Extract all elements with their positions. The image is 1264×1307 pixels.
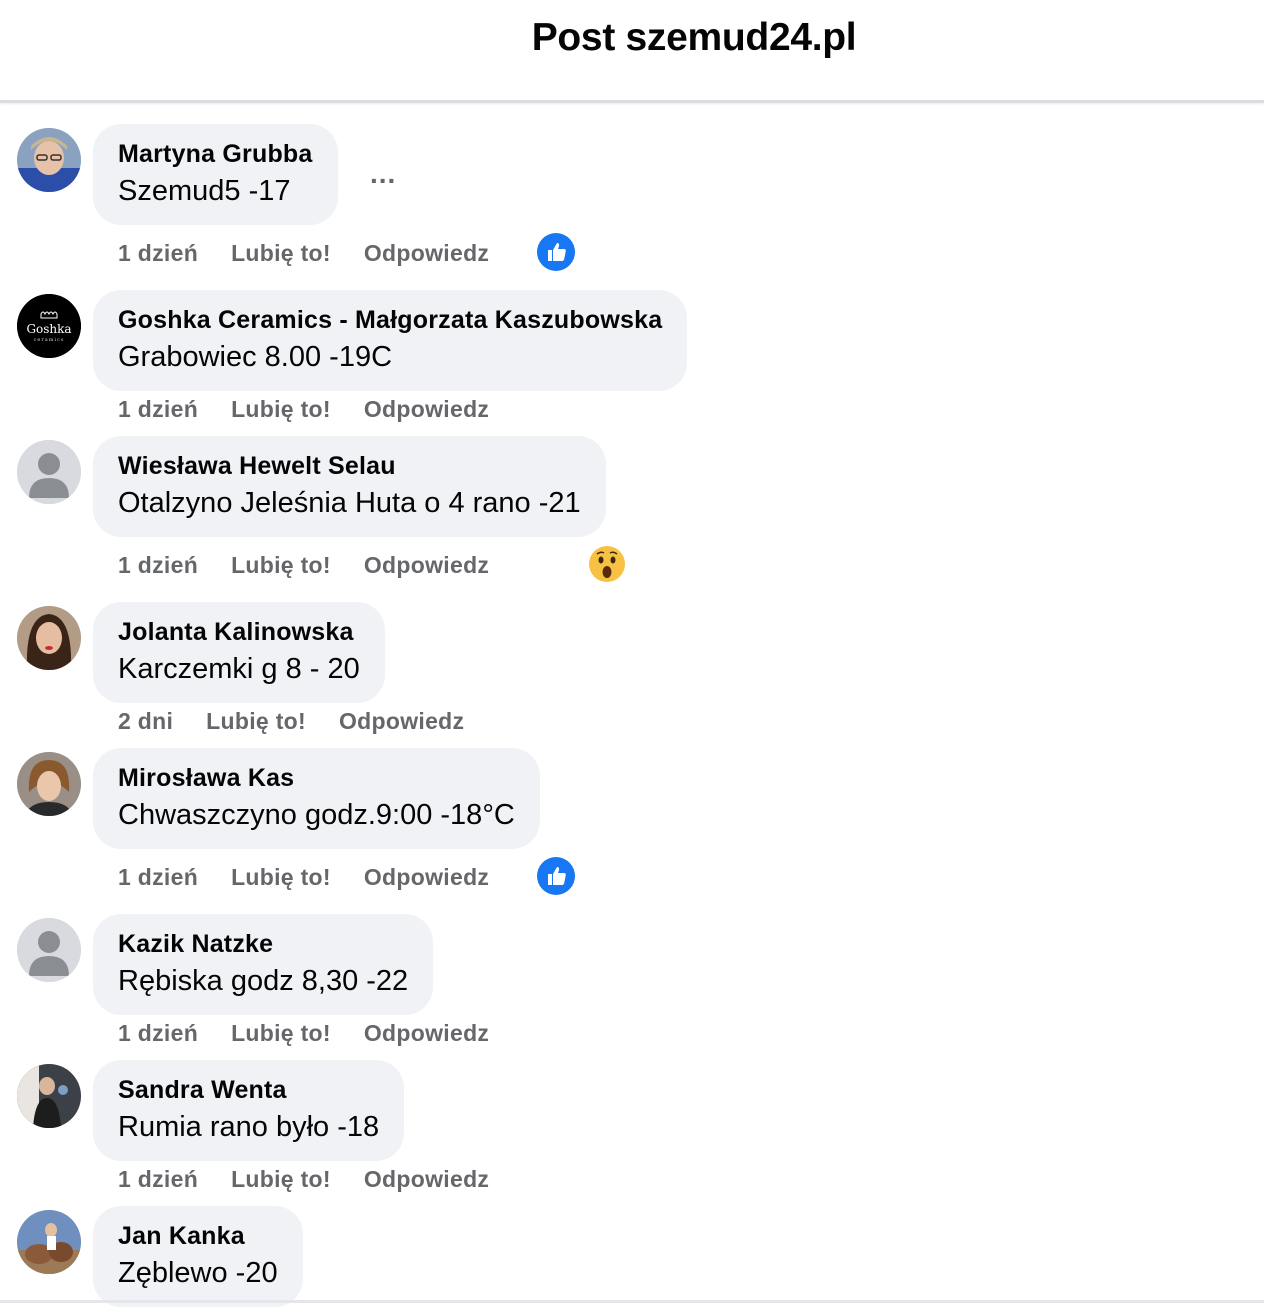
comment-text: Szemud5 -17 <box>118 175 291 207</box>
comment-time[interactable]: 2 dni <box>118 708 173 735</box>
comment-bubble: Martyna Grubba Szemud5 -17 <box>93 124 338 225</box>
comment-actions: 1 dzień Lubię to! Odpowiedz <box>118 864 522 891</box>
comment-author[interactable]: Kazik Natzke <box>118 928 408 960</box>
like-button[interactable]: Lubię to! <box>231 1020 331 1047</box>
comment-author[interactable]: Jolanta Kalinowska <box>118 616 360 648</box>
page-title: Post szemud24.pl <box>531 16 857 59</box>
reply-button[interactable]: Odpowiedz <box>364 1020 489 1047</box>
avatar[interactable] <box>17 918 81 982</box>
avatar[interactable] <box>17 1210 81 1274</box>
comment-time[interactable]: 1 dzień <box>118 552 198 579</box>
comment-time[interactable]: 1 dzień <box>118 240 198 267</box>
comment-actions: 1 dzień Lubię to! Odpowiedz <box>118 396 522 423</box>
comment-text: Chwaszczyno godz.9:00 -18°C <box>118 799 515 831</box>
comment-text: Grabowiec 8.00 -19C <box>118 341 393 373</box>
more-options-button[interactable]: ... <box>370 158 396 190</box>
like-button[interactable]: Lubię to! <box>206 708 306 735</box>
comment-bubble: Jolanta Kalinowska Karczemki g 8 - 20 <box>93 602 385 703</box>
reply-button[interactable]: Odpowiedz <box>364 552 489 579</box>
comment-text: Karczemki g 8 - 20 <box>118 653 360 685</box>
comment-author[interactable]: Martyna Grubba <box>118 138 313 170</box>
reply-button[interactable]: Odpowiedz <box>364 396 489 423</box>
comment-actions: 1 dzień Lubię to! Odpowiedz <box>118 1166 522 1193</box>
comment-author[interactable]: Wiesława Hewelt Selau <box>118 450 581 482</box>
comment-bubble: Mirosława Kas Chwaszczyno godz.9:00 -18°… <box>93 748 540 849</box>
avatar[interactable] <box>17 752 81 816</box>
comment-author[interactable]: Goshka Ceramics - Małgorzata Kaszubowska <box>118 304 662 336</box>
comment-text: Rębiska godz 8,30 -22 <box>118 965 409 997</box>
like-button[interactable]: Lubię to! <box>231 864 331 891</box>
svg-text:Goshka: Goshka <box>26 322 71 336</box>
comment-bubble: Goshka Ceramics - Małgorzata Kaszubowska… <box>93 290 688 391</box>
like-button[interactable]: Lubię to! <box>231 240 331 267</box>
comment-author[interactable]: Mirosława Kas <box>118 762 515 794</box>
avatar[interactable]: Goshka ceramics <box>17 294 81 358</box>
comment-bubble: Wiesława Hewelt Selau Otalzyno Jeleśnia … <box>93 436 606 537</box>
reply-button[interactable]: Odpowiedz <box>364 1166 489 1193</box>
comment-text: Otalzyno Jeleśnia Huta o 4 rano -21 <box>118 487 581 519</box>
comment-bubble: Kazik Natzke Rębiska godz 8,30 -22 <box>93 914 434 1015</box>
reply-button[interactable]: Odpowiedz <box>364 240 489 267</box>
comment-text: Zęblewo -20 <box>118 1257 278 1289</box>
header-bar: Post szemud24.pl <box>0 0 1264 103</box>
like-button[interactable]: Lubię to! <box>231 1166 331 1193</box>
comment-actions: 2 dni Lubię to! Odpowiedz <box>118 708 497 735</box>
comment-actions: 1 dzień Lubię to! Odpowiedz <box>118 552 522 579</box>
like-button[interactable]: Lubię to! <box>231 552 331 579</box>
comment-author[interactable]: Sandra Wenta <box>118 1074 379 1106</box>
comment-text: Rumia rano było -18 <box>118 1111 380 1143</box>
svg-text:ceramics: ceramics <box>34 337 65 343</box>
divider <box>0 1300 1264 1303</box>
like-reaction-icon[interactable] <box>537 233 575 271</box>
comment-time[interactable]: 1 dzień <box>118 864 198 891</box>
reply-button[interactable]: Odpowiedz <box>364 864 489 891</box>
comment-actions: 1 dzień Lubię to! Odpowiedz <box>118 1020 522 1047</box>
avatar[interactable] <box>17 1064 81 1128</box>
avatar[interactable] <box>17 128 81 192</box>
reply-button[interactable]: Odpowiedz <box>339 708 464 735</box>
comment-time[interactable]: 1 dzień <box>118 1166 198 1193</box>
comment-actions: 1 dzień Lubię to! Odpowiedz <box>118 240 522 267</box>
comment-time[interactable]: 1 dzień <box>118 1020 198 1047</box>
avatar[interactable] <box>17 606 81 670</box>
wow-reaction-icon[interactable] <box>588 545 626 583</box>
comment-author[interactable]: Jan Kanka <box>118 1220 278 1252</box>
like-reaction-icon[interactable] <box>537 857 575 895</box>
comment-bubble: Sandra Wenta Rumia rano było -18 <box>93 1060 405 1161</box>
like-button[interactable]: Lubię to! <box>231 396 331 423</box>
avatar[interactable] <box>17 440 81 504</box>
comment-time[interactable]: 1 dzień <box>118 396 198 423</box>
comment-bubble: Jan Kanka Zęblewo -20 <box>93 1206 303 1307</box>
